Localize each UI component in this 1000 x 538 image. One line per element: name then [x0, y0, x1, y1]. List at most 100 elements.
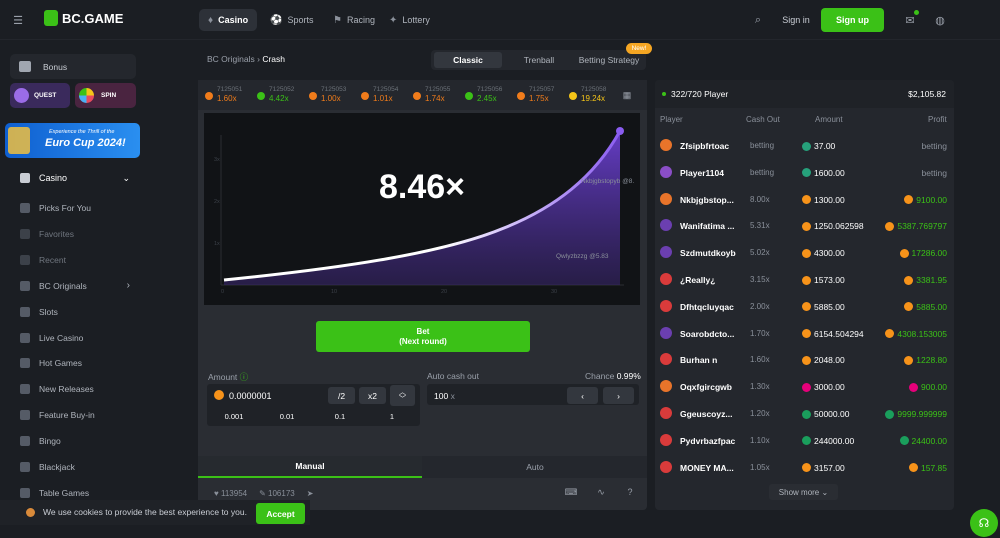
globe-icon[interactable]: ◍ — [928, 8, 952, 32]
avatar[interactable] — [660, 165, 672, 178]
comments[interactable]: ✎ 106173 — [259, 489, 295, 498]
logo[interactable]: BC.GAME — [44, 10, 123, 26]
show-more-button[interactable]: Show more ⌄ — [769, 484, 838, 500]
avatar[interactable] — [660, 433, 672, 446]
share-icon[interactable]: ➤ — [307, 489, 314, 498]
decrease-button[interactable]: ‹ — [567, 387, 598, 404]
history-item[interactable]: 7125052 4.42x — [250, 80, 302, 110]
spin-button[interactable]: SPIN — [75, 83, 136, 108]
tab-auto[interactable]: Auto — [423, 456, 647, 478]
table-row: Szdmutdkoyb 5.02x 4300.00 17286.00 — [655, 239, 954, 266]
history-item[interactable]: 7125053 1.00x — [302, 80, 354, 110]
tab-manual[interactable]: Manual — [198, 456, 422, 478]
table-row: Dfhtqcluyqac 2.00x 5885.00 5885.00 — [655, 293, 954, 320]
increase-button[interactable]: › — [603, 387, 634, 404]
player-name[interactable]: Soarobdcto... — [680, 329, 734, 339]
history-item[interactable]: 7125054 1.01x — [354, 80, 406, 110]
keyboard-icon[interactable]: ⌨ — [562, 483, 580, 501]
tab-lottery[interactable]: ✦ Lottery — [380, 9, 439, 31]
autocash-input[interactable]: 100 x — [434, 391, 455, 401]
player-name[interactable]: Nkbjgbstop... — [680, 195, 734, 205]
x-tick: 10 — [331, 289, 337, 295]
history-item[interactable]: 7125055 1.74x — [406, 80, 458, 110]
tab-racing[interactable]: ⚑ Racing — [324, 9, 384, 31]
history-item[interactable]: 7125058 19.24x — [562, 80, 614, 110]
player-name[interactable]: Szdmutdkoyb — [680, 248, 736, 258]
likes[interactable]: ♥ 113954 — [214, 489, 247, 498]
euro-cup-banner[interactable]: Experience the Thrill of the Euro Cup 20… — [5, 123, 140, 158]
grid-icon[interactable]: ▦ — [619, 87, 635, 103]
avatar[interactable] — [660, 219, 672, 232]
history-item[interactable]: 7125051 1.60x — [198, 80, 250, 110]
help-icon[interactable]: ? — [621, 483, 639, 501]
sidebar-item[interactable]: Recent — [20, 249, 138, 271]
player-name[interactable]: ¿Really¿ — [680, 275, 715, 285]
accept-button[interactable]: Accept — [256, 503, 305, 524]
tab-classic[interactable]: Classic — [434, 52, 502, 68]
nav-icon — [20, 436, 30, 447]
quest-button[interactable]: QUEST — [10, 83, 70, 108]
avatar[interactable] — [660, 380, 672, 393]
quick-amount[interactable]: 0.001 — [208, 408, 260, 425]
sidebar-item[interactable]: Slots — [20, 301, 138, 323]
player-count: 322/720 Player — [671, 89, 729, 99]
avatar[interactable] — [660, 407, 672, 419]
avatar[interactable] — [660, 246, 672, 259]
quick-amount[interactable]: 0.1 — [314, 408, 366, 425]
amount-cell: 3157.00 — [802, 463, 845, 473]
profit-value: betting — [921, 167, 947, 178]
support-button[interactable]: ☊ — [970, 509, 998, 537]
sidebar-item[interactable]: Picks For You — [20, 197, 138, 219]
amount-value: 4300.00 — [814, 248, 845, 259]
avatar[interactable] — [660, 192, 672, 205]
coin-icon — [802, 302, 811, 312]
amount-input[interactable]: 0.0000001 — [229, 391, 272, 401]
sidebar-item[interactable]: New Releases — [20, 378, 138, 400]
player-name[interactable]: Burhan n — [680, 355, 717, 365]
quick-amount[interactable]: 0.01 — [261, 408, 313, 425]
tab-casino[interactable]: ♦ Casino — [199, 9, 258, 31]
half-button[interactable]: /2 — [328, 387, 355, 404]
player-name[interactable]: Pydvrbazfpac — [680, 436, 735, 446]
sidebar-item[interactable]: Hot Games — [20, 352, 138, 374]
sidebar-item[interactable]: Live Casino — [20, 327, 138, 349]
player-name[interactable]: MONEY MA... — [680, 463, 734, 473]
profit-cell: betting — [921, 141, 947, 151]
player-name[interactable]: Wanifatima ... — [680, 221, 734, 231]
player-name[interactable]: Oqxfgircgwb — [680, 382, 732, 392]
sidebar-item[interactable]: Favorites — [20, 223, 138, 245]
sign-up-button[interactable]: Sign up — [821, 8, 884, 32]
menu-icon[interactable]: ☰ — [6, 8, 30, 32]
player-name[interactable]: Ggeuscoyz... — [680, 409, 732, 419]
chart-icon[interactable]: ∿ — [592, 483, 610, 501]
sign-in-button[interactable]: Sign in — [774, 9, 818, 31]
breadcrumb-parent[interactable]: BC Originals — [207, 54, 255, 64]
sidebar-item[interactable]: Feature Buy-in — [20, 404, 138, 426]
chevron-down-icon: ⌄ — [821, 487, 829, 497]
avatar[interactable] — [660, 139, 672, 151]
quick-amount[interactable]: 1 — [366, 408, 418, 425]
search-icon[interactable]: ⌕ — [746, 8, 770, 32]
bet-sublabel: (Next round) — [399, 336, 447, 346]
player-name[interactable]: Zfsipbfrtoac — [680, 141, 729, 151]
avatar[interactable] — [660, 460, 672, 473]
player-name[interactable]: Player1104 — [680, 168, 724, 178]
double-button[interactable]: x2 — [359, 387, 386, 404]
avatar[interactable] — [660, 326, 672, 339]
player-name[interactable]: Dfhtqcluyqac — [680, 302, 734, 312]
history-item[interactable]: 7125057 1.75x — [510, 80, 562, 110]
history-item[interactable]: 7125056 2.45x — [458, 80, 510, 110]
bet-button[interactable]: Bet (Next round) — [316, 321, 530, 352]
sidebar-casino[interactable]: Casino ⌄ — [20, 167, 138, 189]
sidebar-item[interactable]: BC Originals › — [20, 275, 138, 297]
sidebar-item[interactable]: Bingo — [20, 430, 138, 452]
sidebar-item[interactable]: Blackjack — [20, 456, 138, 478]
tab-betting-strategy[interactable]: Betting Strategy — [574, 52, 644, 68]
avatar[interactable] — [660, 273, 672, 285]
amount-stepper[interactable]: ︿ ﹀ — [390, 385, 415, 406]
tab-sports[interactable]: ⚽ Sports — [261, 9, 322, 31]
bonus-button[interactable]: Bonus — [10, 54, 136, 79]
avatar[interactable] — [660, 299, 672, 312]
tab-trenball[interactable]: Trenball — [507, 52, 571, 68]
avatar[interactable] — [660, 353, 672, 366]
